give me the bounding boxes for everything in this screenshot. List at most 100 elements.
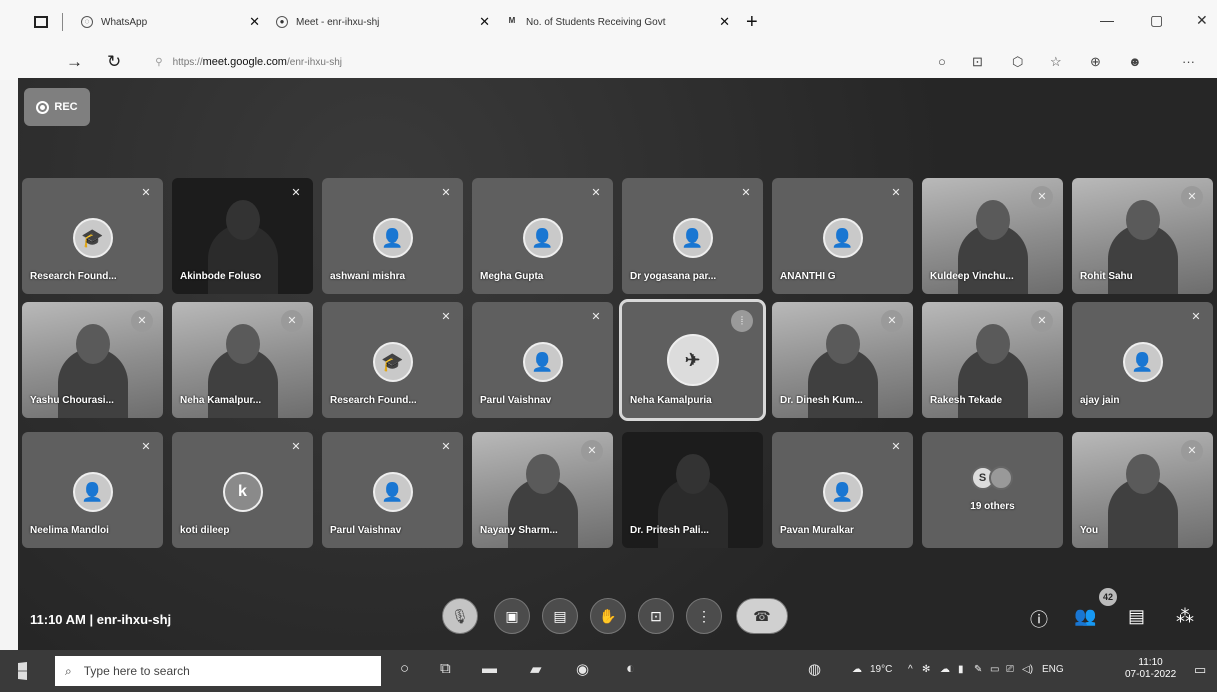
- participant-tile[interactable]: 👤 ✕ Megha Gupta: [472, 178, 613, 294]
- network-icon[interactable]: ⎚: [1006, 664, 1014, 675]
- notifications-icon[interactable]: ▭: [1194, 662, 1206, 678]
- participant-tile[interactable]: ✕ Yashu Chourasi...: [22, 302, 163, 418]
- close-icon[interactable]: ✕: [719, 14, 730, 30]
- task-view-icon[interactable]: ⧉: [440, 660, 451, 677]
- activities-icon[interactable]: ⁂: [1176, 606, 1194, 627]
- participant-tile[interactable]: 🎓 ✕ Research Found...: [322, 302, 463, 418]
- record-icon: [36, 100, 50, 114]
- tab-students[interactable]: M No. of Students Receiving Govt ✕: [498, 7, 738, 37]
- url-field[interactable]: ⚲ https:// meet.google.com /enr-ihxu-shj: [155, 56, 342, 68]
- mic-off-icon: ✕: [441, 187, 451, 199]
- participant-tile[interactable]: k ✕ koti dileep: [172, 432, 313, 548]
- file-explorer-icon[interactable]: ▰: [530, 660, 542, 678]
- speaking-indicator-icon: ⦙: [731, 310, 753, 332]
- cortana-icon[interactable]: ○: [400, 660, 409, 677]
- display-icon[interactable]: ▭: [990, 664, 999, 675]
- extensions-icon[interactable]: ⬡: [1012, 54, 1023, 70]
- collections-icon[interactable]: ⊕: [1090, 54, 1101, 70]
- participant-name: Neha Kamalpur...: [180, 395, 262, 406]
- onedrive-icon[interactable]: ☁: [940, 664, 950, 675]
- raise-hand-button[interactable]: ✋: [590, 598, 626, 634]
- taskbar-search[interactable]: ⌕ Type here to search: [55, 656, 381, 686]
- participant-tile[interactable]: S 19 others: [922, 432, 1063, 548]
- url-path: /enr-ihxu-shj: [286, 56, 343, 68]
- close-window-button[interactable]: ✕: [1196, 12, 1208, 29]
- tab-whatsapp[interactable]: ◌ WhatsApp ✕: [73, 7, 268, 37]
- mic-toggle-button[interactable]: 🎙: [442, 598, 478, 634]
- more-options-button[interactable]: ⋮: [686, 598, 722, 634]
- camera-indicator-icon[interactable]: ○: [938, 54, 946, 69]
- hangup-icon: ☎: [753, 607, 771, 624]
- favorites-icon[interactable]: ☆: [1050, 54, 1062, 70]
- rec-label: REC: [54, 101, 78, 113]
- people-icon[interactable]: 👥: [1074, 606, 1096, 627]
- participant-tile[interactable]: ✕ Neha Kamalpur...: [172, 302, 313, 418]
- participant-name: Parul Vaishnav: [480, 395, 552, 406]
- participant-tile[interactable]: ✕ You: [1072, 432, 1213, 548]
- participant-tile[interactable]: 👤 ✕ Parul Vaishnav: [472, 302, 613, 418]
- meeting-details-icon[interactable]: ⓘ: [1030, 606, 1048, 632]
- captions-button[interactable]: ▤: [542, 598, 578, 634]
- participant-avatar: 👤: [672, 218, 713, 258]
- participant-tile[interactable]: 👤 ✕ Pavan Muralkar: [772, 432, 913, 548]
- leave-call-button[interactable]: ☎: [736, 598, 788, 634]
- chrome-icon[interactable]: ◉: [576, 660, 589, 678]
- participant-tile[interactable]: ✕ Dr. Dinesh Kum...: [772, 302, 913, 418]
- mic-off-icon: ✕: [141, 187, 151, 199]
- tab-meet[interactable]: ● Meet - enr-ihxu-shj ✕: [268, 7, 498, 37]
- participant-tile[interactable]: 👤 ✕ Parul Vaishnav: [322, 432, 463, 548]
- participant-name: Dr. Dinesh Kum...: [780, 395, 863, 406]
- participant-tile[interactable]: ✕ Kuldeep Vinchu...: [922, 178, 1063, 294]
- participant-tile[interactable]: ✈ ⦙ Neha Kamalpuria: [619, 299, 766, 421]
- tray-app-icon[interactable]: ◍: [808, 660, 821, 678]
- participant-tile[interactable]: Dr. Pritesh Pali...: [622, 432, 763, 548]
- camera-icon: ▣: [505, 607, 519, 624]
- system-clock[interactable]: 11:10 07-01-2022: [1125, 657, 1176, 681]
- more-menu-icon[interactable]: ···: [1182, 54, 1195, 69]
- tab-actions-icon[interactable]: [34, 16, 48, 28]
- mic-off-icon: ✕: [581, 440, 603, 462]
- participant-tile[interactable]: 👤 ✕ Neelima Mandloi: [22, 432, 163, 548]
- participant-tile[interactable]: 👤 ✕ ajay jain: [1072, 302, 1213, 418]
- participant-tile[interactable]: ✕ Akinbode Foluso: [172, 178, 313, 294]
- participant-name: Dr yogasana par...: [630, 271, 717, 282]
- dropbox-icon[interactable]: ✻: [922, 664, 930, 675]
- maximize-button[interactable]: ▢: [1150, 12, 1163, 29]
- participant-tile[interactable]: 👤 ✕ ashwani mishra: [322, 178, 463, 294]
- back-arrow-icon[interactable]: →: [66, 52, 83, 72]
- chat-icon[interactable]: ▤: [1128, 606, 1145, 627]
- refresh-icon[interactable]: ↻: [107, 52, 121, 72]
- profile-avatar-icon[interactable]: ☻: [1128, 54, 1142, 69]
- edge-icon[interactable]: ◐: [626, 660, 635, 677]
- pen-icon[interactable]: ✎: [974, 664, 982, 675]
- video-head-shape: [975, 324, 1010, 364]
- participant-tile[interactable]: 👤 ✕ Dr yogasana par...: [622, 178, 763, 294]
- present-button[interactable]: ⊡: [638, 598, 674, 634]
- windows-start-icon[interactable]: [18, 662, 27, 680]
- hand-icon: ✋: [599, 607, 617, 624]
- meeting-code: enr-ihxu-shj: [96, 612, 172, 627]
- language-indicator[interactable]: ENG: [1042, 664, 1064, 675]
- video-head-shape: [225, 324, 260, 364]
- participant-tile[interactable]: 🎓 ✕ Research Found...: [22, 178, 163, 294]
- mic-off-icon: ✕: [1181, 186, 1203, 208]
- participant-tile[interactable]: ✕ Rakesh Tekade: [922, 302, 1063, 418]
- close-icon[interactable]: ✕: [479, 14, 490, 30]
- new-tab-button[interactable]: +: [746, 11, 758, 34]
- battery-icon[interactable]: ▮: [958, 664, 964, 675]
- participant-tile[interactable]: 👤 ✕ ANANTHI G: [772, 178, 913, 294]
- video-head-shape: [1125, 200, 1160, 240]
- reading-mode-icon[interactable]: ⊡: [972, 54, 983, 70]
- weather-temp[interactable]: 19°C: [870, 664, 892, 675]
- participant-avatar: k: [222, 472, 263, 512]
- show-hidden-icons[interactable]: ^: [908, 664, 913, 675]
- minimize-button[interactable]: —: [1100, 12, 1114, 28]
- camera-toggle-button[interactable]: ▣: [494, 598, 530, 634]
- people-count-badge: 42: [1099, 588, 1117, 606]
- close-icon[interactable]: ✕: [249, 14, 260, 30]
- participant-tile[interactable]: ✕ Nayany Sharm...: [472, 432, 613, 548]
- participant-tile[interactable]: ✕ Rohit Sahu: [1072, 178, 1213, 294]
- mail-app-icon[interactable]: ▬: [482, 660, 497, 677]
- participant-avatar: 🎓: [372, 342, 413, 382]
- volume-icon[interactable]: ◁): [1022, 664, 1033, 675]
